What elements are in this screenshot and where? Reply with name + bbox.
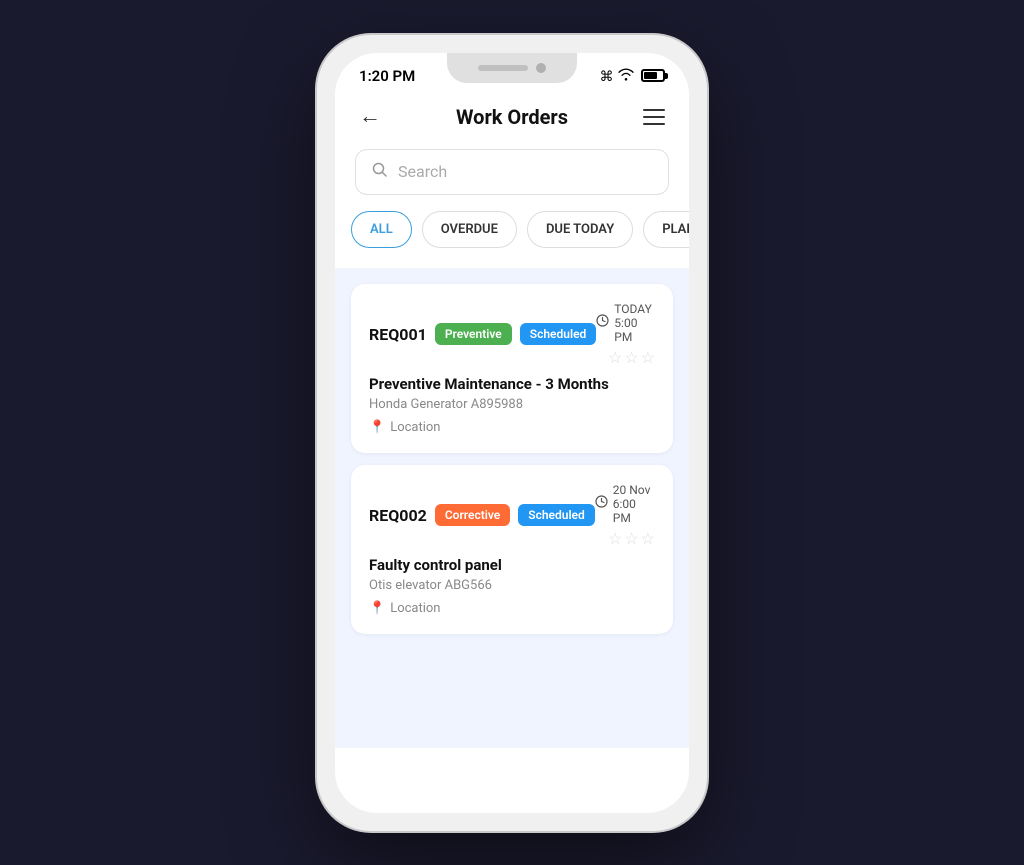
app-content: ← Work Orders Search [335,93,689,813]
clock-icon-2 [595,495,608,512]
star-2-3: ☆ [641,529,655,548]
status-badge-2: Scheduled [518,504,595,526]
page-title: Work Orders [456,105,568,129]
menu-line-2 [643,116,665,118]
req-id-1: REQ001 [369,325,427,344]
type-badge-2: Corrective [435,504,510,526]
work-order-card-2[interactable]: REQ002 Corrective Scheduled [351,465,673,634]
work-orders-list: REQ001 Preventive Scheduled [335,268,689,748]
star-1-2: ☆ [624,348,638,367]
card-2-subtitle: Otis elevator ABG566 [369,578,655,593]
location-pin-2: 📍 [369,601,385,616]
card-1-title: Preventive Maintenance - 3 Months [369,375,655,393]
location-text-2: Location [390,601,440,616]
back-button[interactable]: ← [359,106,381,128]
filter-tabs: ALL OVERDUE DUE TODAY PLANNED [335,211,689,268]
card-2-left: REQ002 Corrective Scheduled [369,504,595,526]
due-time-2: 20 Nov 6:00 PM [595,483,655,525]
phone-inner: 1:20 PM ⌘ ← [335,53,689,813]
menu-button[interactable] [643,109,665,125]
location-text-1: Location [390,420,440,435]
type-badge-1: Preventive [435,323,512,345]
status-bar: 1:20 PM ⌘ [335,53,689,93]
menu-line-3 [643,123,665,125]
location-pin-1: 📍 [369,420,385,435]
star-2-2: ☆ [624,529,638,548]
card-1-right: TODAY 5:00 PM ☆ ☆ ☆ [596,302,655,367]
menu-line-1 [643,109,665,111]
star-1-3: ☆ [641,348,655,367]
star-1-1: ☆ [608,348,622,367]
battery-icon [641,69,665,82]
card-2-right: 20 Nov 6:00 PM ☆ ☆ ☆ [595,483,655,548]
wifi-icon: ⌘ [600,67,635,85]
card-1-location: 📍 Location [369,420,655,435]
search-container: Search [335,145,689,211]
phone-shell: 1:20 PM ⌘ ← [317,35,707,831]
tab-overdue[interactable]: OVERDUE [422,211,517,248]
stars-2: ☆ ☆ ☆ [608,529,655,548]
tab-all[interactable]: ALL [351,211,412,248]
card-2-location: 📍 Location [369,601,655,616]
card-1-left: REQ001 Preventive Scheduled [369,323,596,345]
search-icon [372,162,388,182]
due-time-text-1: TODAY 5:00 PM [614,302,655,344]
stars-1: ☆ ☆ ☆ [608,348,655,367]
due-time-1: TODAY 5:00 PM [596,302,655,344]
tab-planned[interactable]: PLANNED [643,211,689,248]
notch-camera [536,63,546,73]
clock-icon-1 [596,314,609,331]
due-time-text-2: 20 Nov 6:00 PM [613,483,655,525]
card-2-title: Faulty control panel [369,556,655,574]
notch-speaker [478,65,528,71]
star-2-1: ☆ [608,529,622,548]
status-icons: ⌘ [600,67,665,85]
status-time: 1:20 PM [359,67,415,85]
search-placeholder: Search [398,162,447,181]
card-1-top-row: REQ001 Preventive Scheduled [369,302,655,367]
header: ← Work Orders [335,93,689,145]
card-1-subtitle: Honda Generator A895988 [369,397,655,412]
card-2-top-row: REQ002 Corrective Scheduled [369,483,655,548]
search-bar[interactable]: Search [355,149,669,195]
work-order-card-1[interactable]: REQ001 Preventive Scheduled [351,284,673,453]
tab-due-today[interactable]: DUE TODAY [527,211,633,248]
notch [447,53,577,83]
req-id-2: REQ002 [369,506,427,525]
status-badge-1: Scheduled [520,323,597,345]
